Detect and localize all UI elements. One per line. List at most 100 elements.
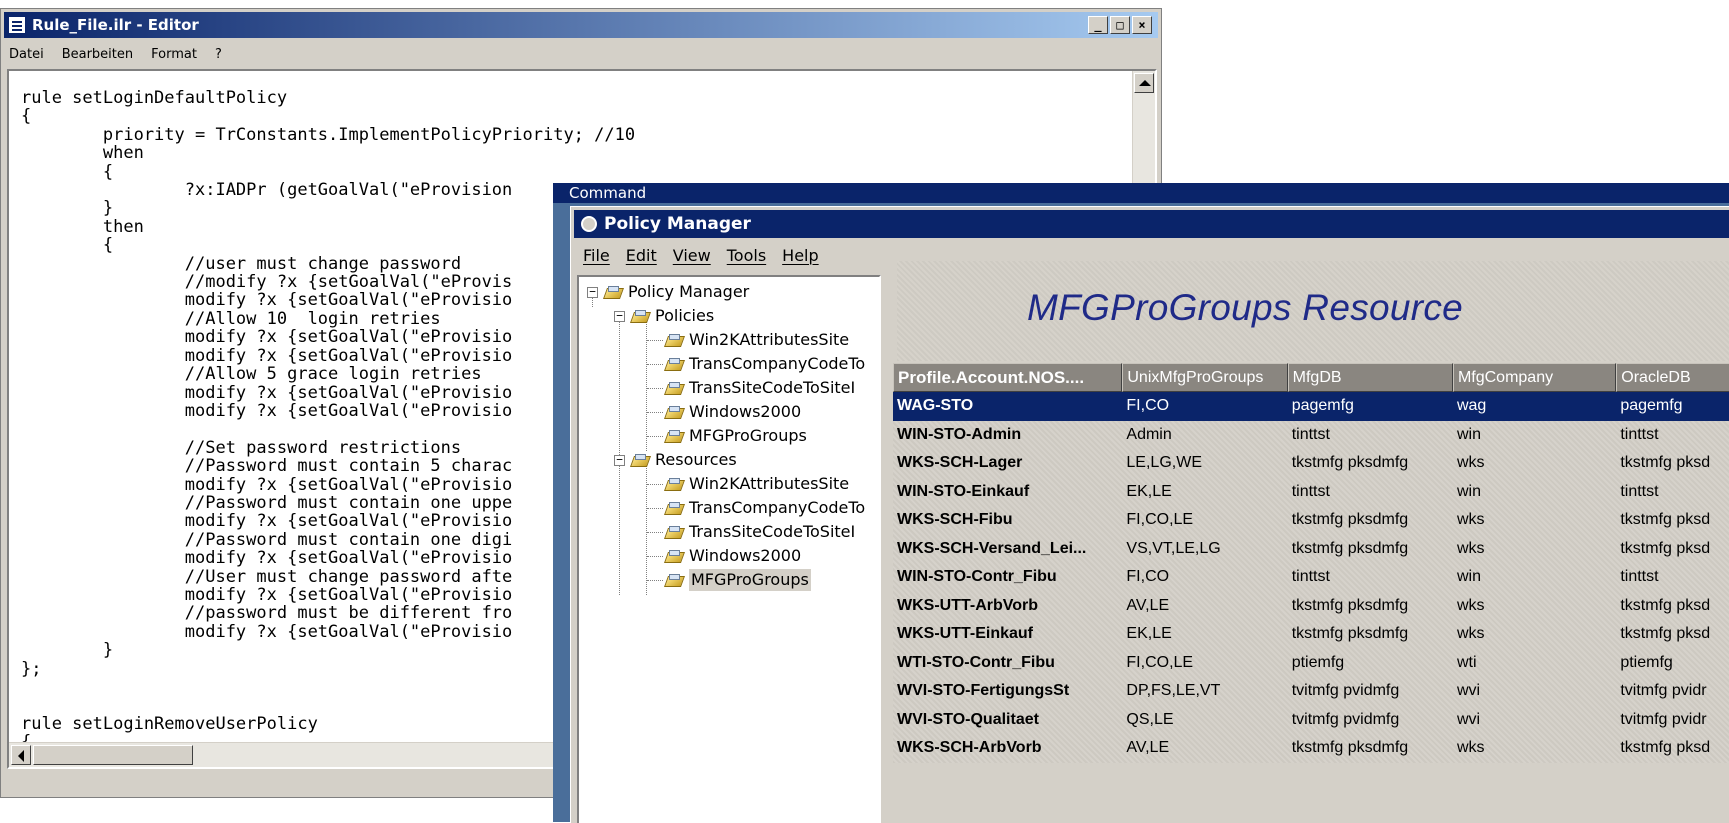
table-cell: Admin bbox=[1126, 425, 1172, 443]
tree-resource-item[interactable]: Windows2000 bbox=[665, 545, 801, 567]
table-cell: ptiemfg bbox=[1291, 653, 1345, 671]
notepad-titlebar[interactable]: Rule_File.ilr - Editor _ □ × bbox=[4, 12, 1158, 38]
table-cell: tvitmfg pvidr bbox=[1620, 682, 1707, 699]
table-cell: wvi bbox=[1456, 710, 1481, 728]
collapse-icon[interactable]: − bbox=[587, 286, 598, 298]
table-cell: tkstmfg pksd bbox=[1620, 511, 1711, 528]
menu-help[interactable]: ? bbox=[213, 47, 224, 62]
table-row[interactable]: WVI-STO-Qualitaet QS,LE tvitmfg pvidmfg wvi… bbox=[893, 706, 1729, 735]
table-row[interactable]: WVI-STO-FertigungsSt DP,FS,LE,VT tvitmfg p… bbox=[893, 677, 1729, 706]
tree-item-label: Win2KAttributesSite bbox=[689, 330, 850, 349]
table-row-selected[interactable]: WAG-STO FI,CO pagemfg wag pagemfg bbox=[893, 392, 1729, 421]
menu-edit[interactable]: Edit bbox=[626, 246, 657, 265]
table-cell: tkstmfg pksd bbox=[1620, 739, 1711, 756]
policy-manager-titlebar[interactable]: Policy Manager bbox=[574, 210, 1729, 238]
table-cell: WVI-STO-FertigungsSt bbox=[897, 682, 1070, 699]
table-cell: FI,CO bbox=[1126, 568, 1170, 585]
tree-resource-item[interactable]: Win2KAttributesSite bbox=[665, 473, 849, 495]
table-cell: wks bbox=[1456, 596, 1485, 614]
table-cell: WAG-STO bbox=[897, 397, 974, 414]
table-cell: tkstmfg pksdmfg bbox=[1291, 511, 1409, 528]
table-cell: tvitmfg pvidr bbox=[1620, 710, 1707, 728]
resource-icon bbox=[665, 525, 683, 539]
resources-folder-icon bbox=[631, 453, 649, 467]
menu-datei[interactable]: Datei bbox=[7, 47, 46, 62]
minimize-button[interactable]: _ bbox=[1088, 16, 1108, 34]
close-button[interactable]: × bbox=[1132, 16, 1152, 34]
resource-title: MFGProGroups Resource bbox=[1027, 287, 1464, 328]
column-header[interactable]: OracleDB bbox=[1616, 363, 1729, 392]
tree-resource-item-selected[interactable]: MFGProGroups bbox=[665, 569, 811, 591]
table-cell: WKS-SCH-Fibu bbox=[897, 511, 1013, 528]
table-cell: WKS-SCH-Versand_Lei... bbox=[897, 539, 1087, 557]
policy-manager-node-icon bbox=[604, 285, 622, 299]
menu-bearbeiten[interactable]: Bearbeiten bbox=[60, 47, 135, 62]
policy-tree[interactable]: − Policy Manager − Policies Win2KAttribu… bbox=[577, 275, 881, 823]
tree-item-label: MFGProGroups bbox=[689, 569, 811, 591]
command-title: Command bbox=[553, 183, 1729, 203]
scroll-left-icon[interactable] bbox=[11, 745, 31, 765]
table-row[interactable]: WKS-UTT-Einkauf EK,LE tkstmfg pksdmfg wks tk… bbox=[893, 620, 1729, 649]
table-cell: wks bbox=[1456, 454, 1485, 471]
policy-manager-window: Policy Manager File Edit View Tools Help… bbox=[570, 206, 1729, 823]
table-cell: tinttst bbox=[1291, 482, 1330, 500]
table-cell: tvitmfg pvidmfg bbox=[1291, 682, 1400, 699]
tree-resources[interactable]: − Resources bbox=[614, 449, 737, 471]
tree-item-label: Win2KAttributesSite bbox=[689, 474, 850, 493]
table-cell: AV,LE bbox=[1126, 739, 1170, 756]
tree-root[interactable]: − Policy Manager bbox=[587, 281, 749, 303]
collapse-icon[interactable]: − bbox=[614, 310, 625, 322]
table-row[interactable]: WKS-SCH-Lager LE,LG,WE tkstmfg pksdmfg wks t… bbox=[893, 449, 1729, 478]
policy-icon bbox=[665, 381, 683, 395]
scroll-up-icon[interactable] bbox=[1134, 73, 1154, 93]
menu-file[interactable]: File bbox=[583, 246, 610, 265]
table-row[interactable]: WKS-SCH-ArbVorb AV,LE tkstmfg pksdmfg wks tk… bbox=[893, 734, 1729, 763]
table-cell: WIN-STO-Einkauf bbox=[897, 482, 1030, 500]
tree-policy-item[interactable]: MFGProGroups bbox=[665, 425, 807, 447]
table-cell: DP,FS,LE,VT bbox=[1126, 682, 1221, 699]
horizontal-scroll-thumb[interactable] bbox=[33, 745, 193, 765]
tree-policy-item[interactable]: Windows2000 bbox=[665, 401, 801, 423]
table-cell: tkstmfg pksdmfg bbox=[1291, 739, 1409, 756]
menu-help[interactable]: Help bbox=[782, 246, 818, 265]
maximize-button[interactable]: □ bbox=[1110, 16, 1130, 34]
tree-policy-item[interactable]: Win2KAttributesSite bbox=[665, 329, 849, 351]
table-cell: tkstmfg pksdmfg bbox=[1291, 454, 1409, 471]
table-row[interactable]: WKS-SCH-Versand_Lei... VS,VT,LE,LG tkstmfg… bbox=[893, 535, 1729, 564]
tree-policy-item[interactable]: TransCompanyCodeTo bbox=[665, 353, 865, 375]
policy-manager-title: Policy Manager bbox=[604, 214, 751, 234]
table-cell: FI,CO bbox=[1126, 397, 1170, 414]
table-cell: AV,LE bbox=[1126, 596, 1170, 614]
table-cell: tinttst bbox=[1620, 425, 1659, 443]
tree-resource-item[interactable]: TransSiteCodeToSiteI bbox=[665, 521, 855, 543]
policy-manager-menubar: File Edit View Tools Help bbox=[583, 244, 819, 266]
table-cell: EK,LE bbox=[1126, 625, 1172, 642]
table-cell: tinttst bbox=[1620, 482, 1659, 500]
menu-view[interactable]: View bbox=[673, 246, 711, 265]
column-header[interactable]: UnixMfgProGroups bbox=[1122, 363, 1288, 392]
collapse-icon[interactable]: − bbox=[614, 454, 625, 466]
menu-format[interactable]: Format bbox=[149, 47, 199, 62]
column-header[interactable]: MfgDB bbox=[1287, 363, 1453, 392]
table-row[interactable]: WIN-STO-Admin Admin tinttst win tinttst bbox=[893, 421, 1729, 450]
table-cell: win bbox=[1456, 482, 1481, 500]
table-cell: WKS-UTT-Einkauf bbox=[897, 625, 1033, 642]
column-header[interactable]: MfgCompany bbox=[1452, 363, 1617, 392]
column-header[interactable]: Profile.Account.NOS.... bbox=[893, 363, 1123, 392]
tree-policies[interactable]: − Policies bbox=[614, 305, 714, 327]
menu-tools[interactable]: Tools bbox=[727, 246, 766, 265]
tree-resource-item[interactable]: TransCompanyCodeTo bbox=[665, 497, 865, 519]
table-cell: tkstmfg pksd bbox=[1620, 596, 1711, 614]
tree-policy-item[interactable]: TransSiteCodeToSiteI bbox=[665, 377, 855, 399]
table-cell: wti bbox=[1456, 653, 1477, 671]
resource-grid[interactable]: Profile.Account.NOS.... UnixMfgProGroups… bbox=[893, 363, 1729, 763]
table-row[interactable]: WTI-STO-Contr_Fibu FI,CO,LE ptiemfg wti ptie… bbox=[893, 649, 1729, 678]
table-cell: WKS-SCH-Lager bbox=[897, 454, 1023, 471]
policy-icon bbox=[665, 429, 683, 443]
table-cell: ptiemfg bbox=[1620, 653, 1673, 671]
table-row[interactable]: WIN-STO-Contr_Fibu FI,CO tinttst win tinttst bbox=[893, 563, 1729, 592]
resource-icon bbox=[665, 573, 683, 587]
table-row[interactable]: WIN-STO-Einkauf EK,LE tinttst win tinttst bbox=[893, 478, 1729, 507]
table-row[interactable]: WKS-SCH-Fibu FI,CO,LE tkstmfg pksdmfg wks tk… bbox=[893, 506, 1729, 535]
table-row[interactable]: WKS-UTT-ArbVorb AV,LE tkstmfg pksdmfg wks tk… bbox=[893, 592, 1729, 621]
